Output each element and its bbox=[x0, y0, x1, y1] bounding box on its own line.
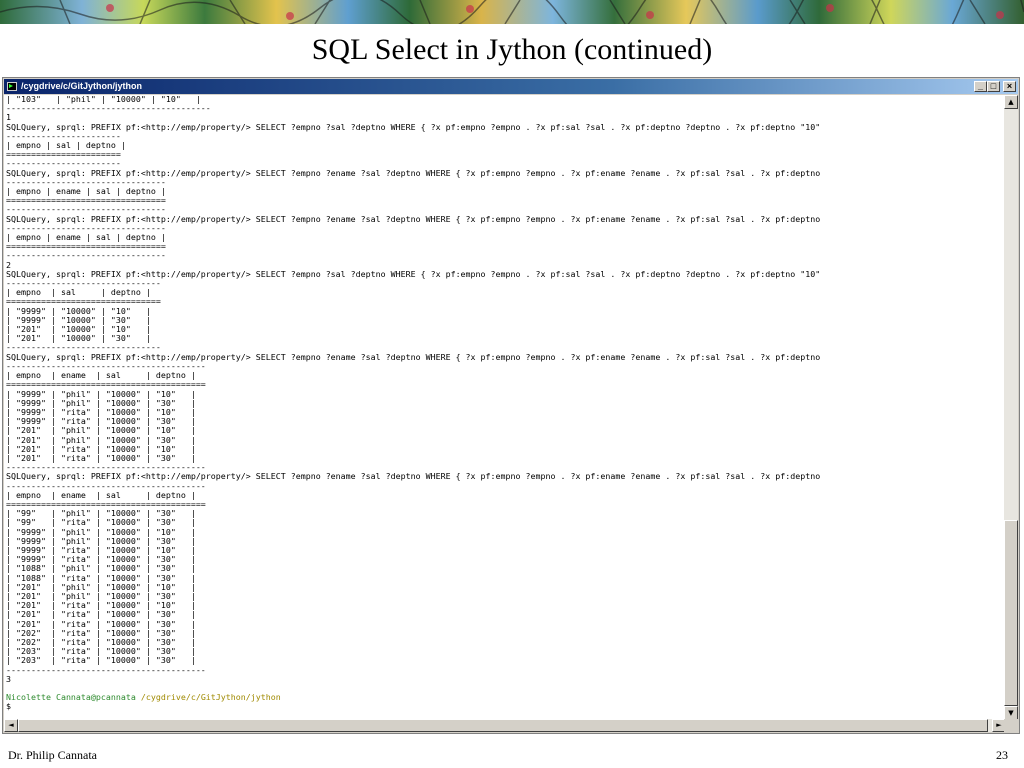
window-titlebar[interactable]: /cygdrive/c/GitJython/jython _ □ × bbox=[4, 79, 1018, 94]
scroll-down-button[interactable]: ▼ bbox=[1004, 706, 1018, 720]
terminal-icon bbox=[7, 82, 17, 91]
vertical-scroll-thumb[interactable] bbox=[1004, 520, 1018, 706]
maximize-button[interactable]: □ bbox=[987, 81, 1000, 92]
vertical-scrollbar[interactable]: ▲ ▼ bbox=[1004, 95, 1018, 720]
banner-decoration bbox=[0, 0, 1024, 24]
horizontal-scrollbar[interactable]: ◄ ► bbox=[4, 719, 1006, 732]
terminal-window: /cygdrive/c/GitJython/jython _ □ × | "10… bbox=[2, 77, 1020, 734]
close-button[interactable]: × bbox=[1003, 81, 1016, 92]
terminal-output: | "103" | "phil" | "10000" | "10" | ----… bbox=[4, 95, 1006, 712]
horizontal-scroll-thumb[interactable] bbox=[18, 719, 988, 732]
prompt-symbol: $ bbox=[6, 701, 11, 712]
page-number: 23 bbox=[996, 748, 1008, 762]
minimize-button[interactable]: _ bbox=[974, 81, 987, 92]
window-title: /cygdrive/c/GitJython/jython bbox=[21, 81, 143, 91]
prompt-user: Nicolette Cannata@pcannata bbox=[6, 692, 136, 703]
scroll-left-button[interactable]: ◄ bbox=[4, 719, 18, 732]
stained-glass-banner bbox=[0, 0, 1024, 24]
prompt-path: /cygdrive/c/GitJython/jython bbox=[140, 692, 281, 703]
footer-author: Dr. Philip Cannata bbox=[8, 748, 97, 762]
scroll-up-button[interactable]: ▲ bbox=[1004, 95, 1018, 109]
slide-title: SQL Select in Jython (continued) bbox=[311, 33, 713, 66]
terminal-output-area[interactable]: | "103" | "phil" | "10000" | "10" | ----… bbox=[4, 95, 1006, 720]
resize-grip[interactable] bbox=[1004, 719, 1018, 732]
terminal-log: | "103" | "phil" | "10000" | "10" | ----… bbox=[6, 95, 821, 684]
